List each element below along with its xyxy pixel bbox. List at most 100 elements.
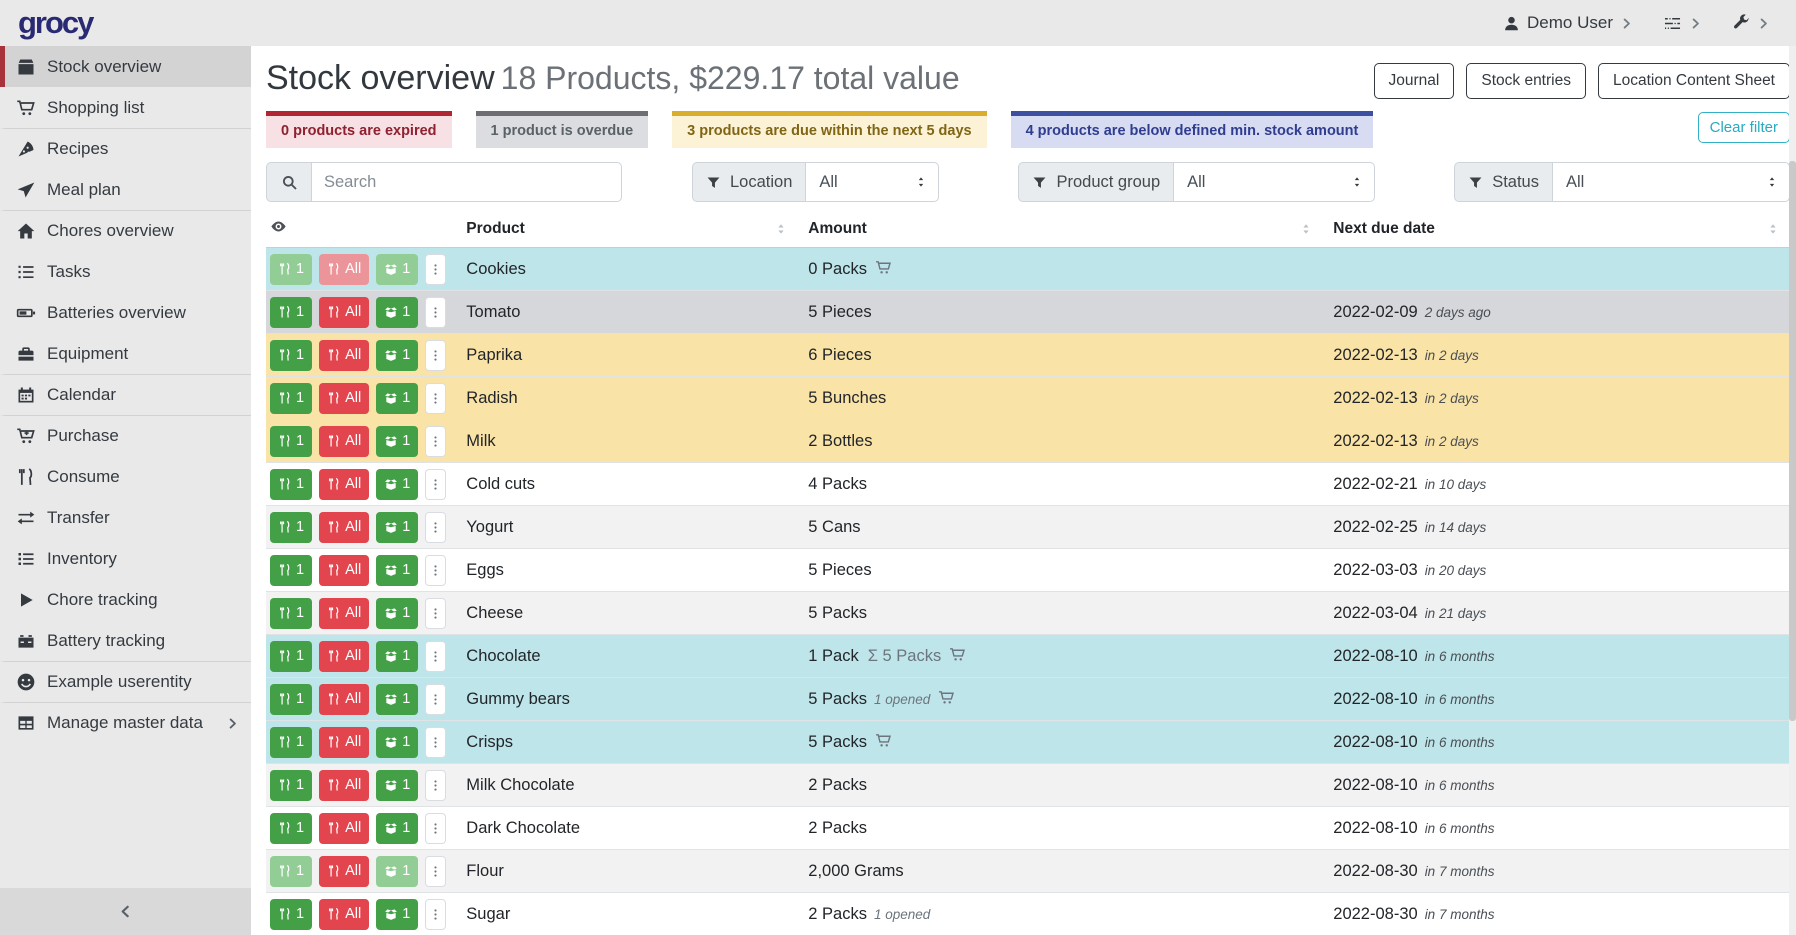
sidebar-item-example-userentity[interactable]: Example userentity: [0, 661, 251, 702]
consume-one-button[interactable]: 1: [270, 555, 312, 586]
consume-all-button[interactable]: All: [319, 856, 369, 887]
consume-all-button[interactable]: All: [319, 426, 369, 457]
consume-one-button[interactable]: 1: [270, 598, 312, 629]
status-card-below-min[interactable]: 4 products are below defined min. stock …: [1011, 111, 1374, 148]
consume-one-button[interactable]: 1: [270, 254, 312, 285]
open-one-button[interactable]: 1: [376, 899, 418, 930]
open-one-button[interactable]: 1: [376, 254, 418, 285]
open-one-button[interactable]: 1: [376, 383, 418, 414]
consume-one-button[interactable]: 1: [270, 383, 312, 414]
open-one-button[interactable]: 1: [376, 426, 418, 457]
row-menu-button[interactable]: [425, 340, 446, 371]
consume-all-button[interactable]: All: [319, 340, 369, 371]
consume-one-button[interactable]: 1: [270, 770, 312, 801]
consume-all-button[interactable]: All: [319, 555, 369, 586]
status-card-overdue[interactable]: 1 product is overdue: [476, 111, 649, 148]
sidebar-item-battery-tracking[interactable]: Battery tracking: [0, 620, 251, 661]
row-menu-button[interactable]: [425, 813, 446, 844]
sidebar-item-equipment[interactable]: Equipment: [0, 333, 251, 374]
consume-one-button[interactable]: 1: [270, 340, 312, 371]
consume-all-button[interactable]: All: [319, 899, 369, 930]
consume-all-button[interactable]: All: [319, 598, 369, 629]
column-header-next-due-date[interactable]: Next due date: [1323, 216, 1790, 248]
consume-all-button[interactable]: All: [319, 727, 369, 758]
sidebar-item-shopping-list[interactable]: Shopping list: [0, 87, 251, 128]
consume-one-button[interactable]: 1: [270, 813, 312, 844]
consume-all-button[interactable]: All: [319, 684, 369, 715]
consume-all-button[interactable]: All: [319, 512, 369, 543]
consume-one-button[interactable]: 1: [270, 727, 312, 758]
clear-filter-button[interactable]: Clear filter: [1698, 112, 1790, 143]
row-menu-button[interactable]: [425, 254, 446, 285]
consume-all-button[interactable]: All: [319, 770, 369, 801]
row-menu-button[interactable]: [425, 684, 446, 715]
admin-menu[interactable]: [1732, 14, 1770, 32]
open-one-button[interactable]: 1: [376, 297, 418, 328]
sidebar-item-inventory[interactable]: Inventory: [0, 538, 251, 579]
sidebar-item-chore-tracking[interactable]: Chore tracking: [0, 579, 251, 620]
consume-all-button[interactable]: All: [319, 254, 369, 285]
row-menu-button[interactable]: [425, 770, 446, 801]
open-one-button[interactable]: 1: [376, 856, 418, 887]
column-header-product[interactable]: Product: [456, 216, 798, 248]
column-header-amount[interactable]: Amount: [798, 216, 1323, 248]
open-one-button[interactable]: 1: [376, 340, 418, 371]
search-input[interactable]: [311, 162, 622, 202]
consume-one-button[interactable]: 1: [270, 856, 312, 887]
row-menu-button[interactable]: [425, 598, 446, 629]
filter-select-product-group[interactable]: All: [1173, 162, 1375, 202]
row-menu-button[interactable]: [425, 899, 446, 930]
sidebar-item-purchase[interactable]: Purchase: [0, 415, 251, 456]
stock-entries-button[interactable]: Stock entries: [1466, 63, 1586, 99]
consume-all-button[interactable]: All: [319, 813, 369, 844]
row-menu-button[interactable]: [425, 555, 446, 586]
location-content-sheet-button[interactable]: Location Content Sheet: [1598, 63, 1790, 99]
sidebar-item-recipes[interactable]: Recipes: [0, 128, 251, 169]
consume-all-button[interactable]: All: [319, 297, 369, 328]
sidebar-item-stock-overview[interactable]: Stock overview: [0, 46, 251, 87]
consume-one-button[interactable]: 1: [270, 469, 312, 500]
status-card-expired[interactable]: 0 products are expired: [266, 111, 452, 148]
filter-select-location[interactable]: All: [805, 162, 939, 202]
open-one-button[interactable]: 1: [376, 555, 418, 586]
row-menu-button[interactable]: [425, 856, 446, 887]
open-one-button[interactable]: 1: [376, 598, 418, 629]
consume-one-button[interactable]: 1: [270, 899, 312, 930]
consume-all-button[interactable]: All: [319, 641, 369, 672]
sidebar-item-manage-master-data[interactable]: Manage master data: [0, 702, 251, 743]
consume-one-button[interactable]: 1: [270, 641, 312, 672]
sidebar-item-meal-plan[interactable]: Meal plan: [0, 169, 251, 210]
filter-select-status[interactable]: All: [1552, 162, 1790, 202]
consume-one-button[interactable]: 1: [270, 512, 312, 543]
row-menu-button[interactable]: [425, 469, 446, 500]
user-menu[interactable]: Demo User: [1503, 13, 1633, 33]
scrollbar-thumb[interactable]: [1789, 161, 1796, 721]
journal-button[interactable]: Journal: [1374, 63, 1455, 99]
row-menu-button[interactable]: [425, 426, 446, 457]
open-one-button[interactable]: 1: [376, 512, 418, 543]
consume-one-button[interactable]: 1: [270, 426, 312, 457]
sidebar-item-tasks[interactable]: Tasks: [0, 251, 251, 292]
open-one-button[interactable]: 1: [376, 727, 418, 758]
row-menu-button[interactable]: [425, 297, 446, 328]
consume-one-button[interactable]: 1: [270, 684, 312, 715]
settings-menu[interactable]: [1663, 14, 1702, 33]
consume-one-button[interactable]: 1: [270, 297, 312, 328]
sidebar-item-calendar[interactable]: Calendar: [0, 374, 251, 415]
status-card-due-soon[interactable]: 3 products are due within the next 5 day…: [672, 111, 986, 148]
row-menu-button[interactable]: [425, 512, 446, 543]
sidebar-item-batteries-overview[interactable]: Batteries overview: [0, 292, 251, 333]
sidebar-item-chores-overview[interactable]: Chores overview: [0, 210, 251, 251]
consume-all-button[interactable]: All: [319, 383, 369, 414]
row-menu-button[interactable]: [425, 383, 446, 414]
open-one-button[interactable]: 1: [376, 641, 418, 672]
sidebar-item-transfer[interactable]: Transfer: [0, 497, 251, 538]
consume-all-button[interactable]: All: [319, 469, 369, 500]
sidebar-item-consume[interactable]: Consume: [0, 456, 251, 497]
sidebar-collapse-button[interactable]: [0, 888, 251, 935]
open-one-button[interactable]: 1: [376, 813, 418, 844]
open-one-button[interactable]: 1: [376, 469, 418, 500]
row-menu-button[interactable]: [425, 641, 446, 672]
open-one-button[interactable]: 1: [376, 770, 418, 801]
open-one-button[interactable]: 1: [376, 684, 418, 715]
